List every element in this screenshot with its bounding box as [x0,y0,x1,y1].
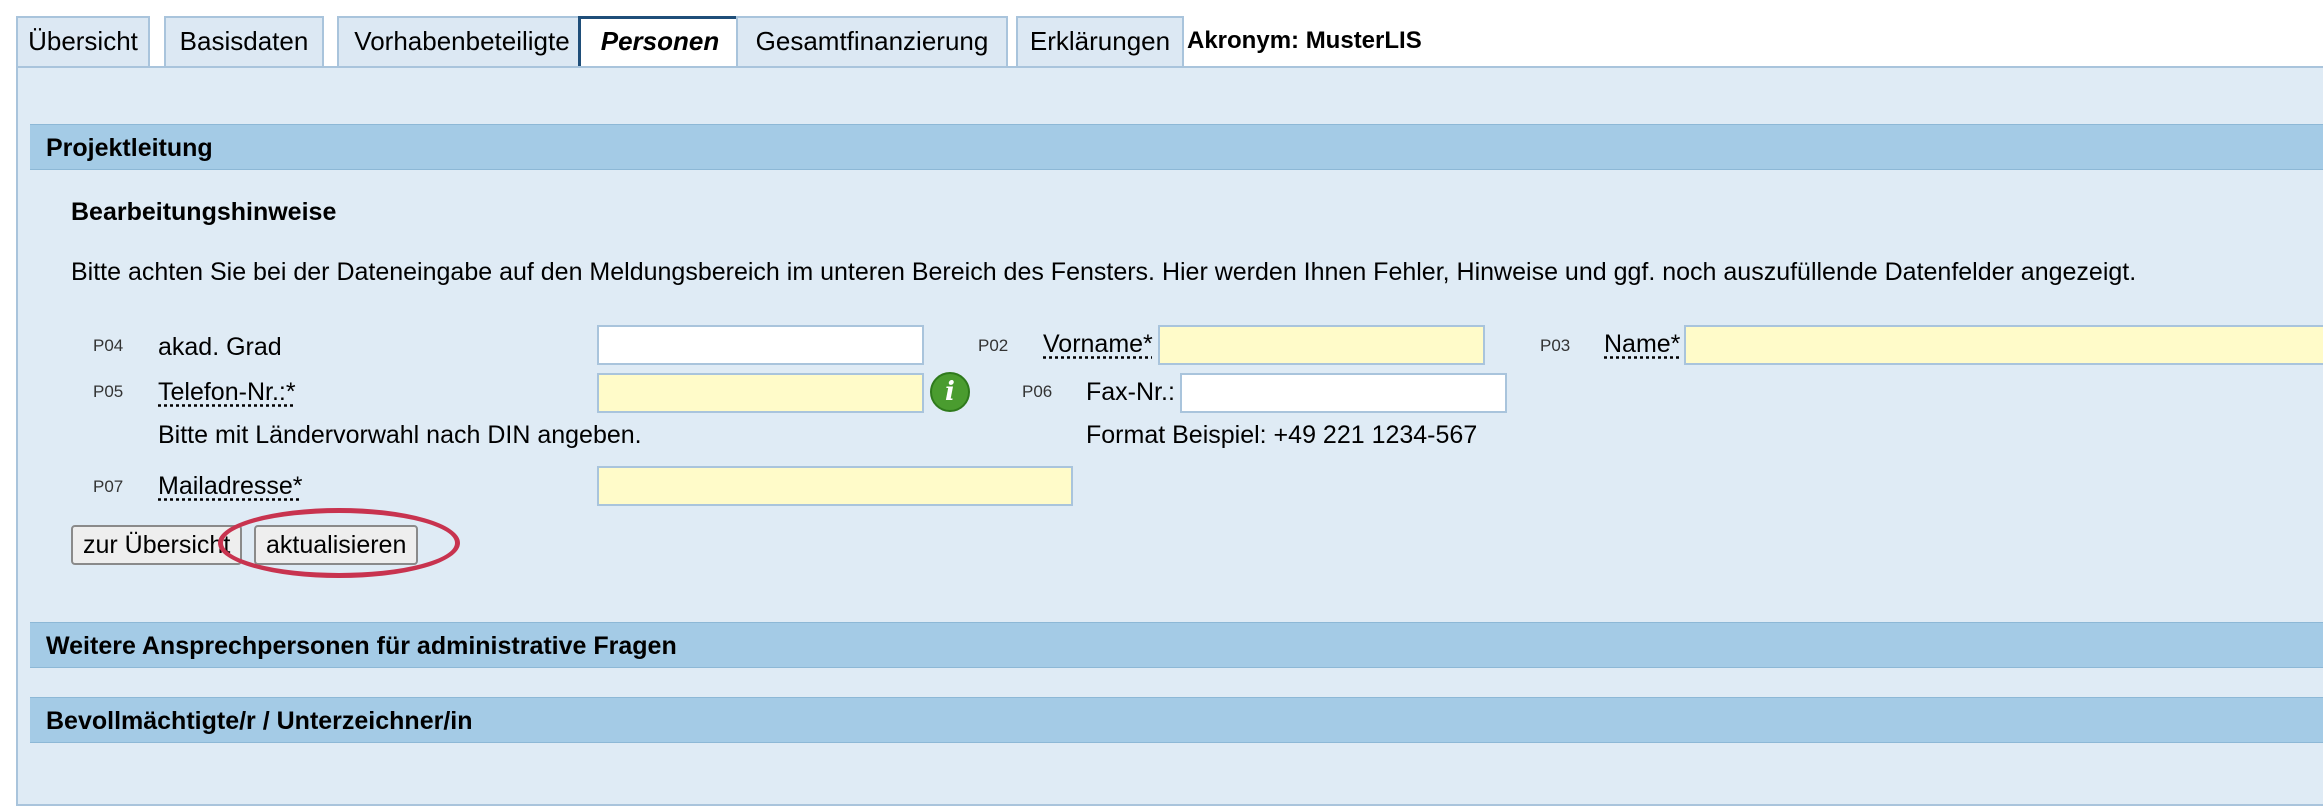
tab-erklaerungen[interactable]: Erklärungen [1016,16,1184,66]
label-akad-grad: akad. Grad [158,333,282,361]
vorname-input[interactable] [1158,325,1485,365]
info-icon[interactable]: i [930,372,970,412]
section-projektleitung[interactable]: Projektleitung [30,124,2323,170]
section-weitere-ansprechpersonen[interactable]: Weitere Ansprechpersonen für administrat… [30,622,2323,668]
mailadresse-input[interactable] [597,466,1073,506]
tab-basisdaten[interactable]: Basisdaten [164,16,324,66]
section-bevollmaechtigte[interactable]: Bevollmächtigte/r / Unterzeichner/in [30,697,2323,743]
fax-input[interactable] [1180,373,1507,413]
telefon-input[interactable] [597,373,924,413]
label-telefon[interactable]: Telefon-Nr.:* [158,378,296,407]
name-input[interactable] [1684,325,2323,365]
akad-grad-input[interactable] [597,325,924,365]
label-fax: Fax-Nr.: [1086,378,1175,406]
field-code-p05: P05 [93,382,124,401]
telefon-note: Bitte mit Ländervorwahl nach DIN angeben… [158,421,642,449]
field-code-p06: P06 [1022,382,1053,401]
fax-note: Format Beispiel: +49 221 1234-567 [1086,421,1478,449]
field-code-p03: P03 [1540,336,1571,355]
tab-vorhabenbeteiligte[interactable]: Vorhabenbeteiligte [337,16,587,66]
update-button[interactable]: aktualisieren [254,525,419,565]
overview-button[interactable]: zur Übersicht [71,525,243,565]
field-code-p04: P04 [93,336,124,355]
label-name[interactable]: Name* [1604,330,1680,359]
hints-title: Bearbeitungshinweise [71,198,337,226]
field-code-p02: P02 [978,336,1009,355]
tab-personen[interactable]: Personen [578,16,742,68]
hints-text: Bitte achten Sie bei der Dateneingabe au… [71,258,2137,286]
tab-uebersicht[interactable]: Übersicht [16,16,150,66]
label-vorname[interactable]: Vorname* [1043,330,1153,359]
label-mailadresse[interactable]: Mailadresse* [158,472,303,501]
tab-gesamtfinanzierung[interactable]: Gesamtfinanzierung [736,16,1008,66]
acronym-label: Akronym: MusterLIS [1187,27,1422,54]
field-code-p07: P07 [93,477,124,496]
